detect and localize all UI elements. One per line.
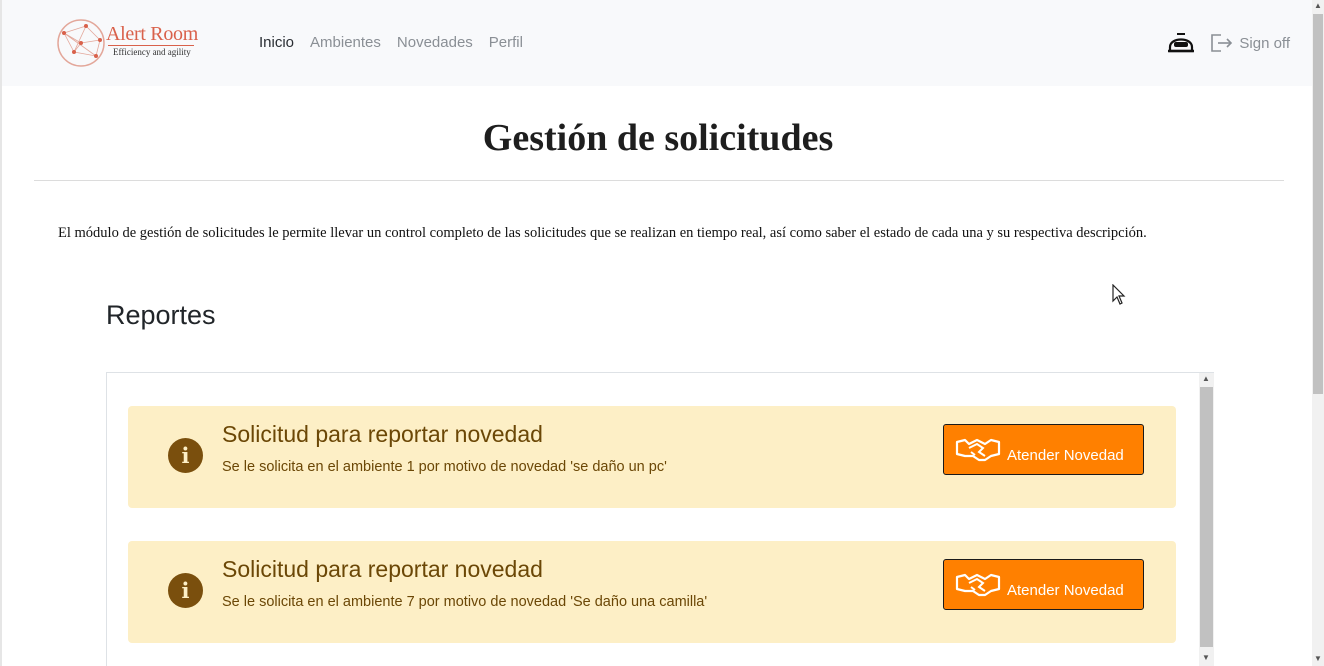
brand-name: Alert Room xyxy=(106,23,198,45)
page-scroll-up-icon[interactable]: ▲ xyxy=(1314,1,1322,10)
scroll-up-arrow-icon[interactable]: ▲ xyxy=(1202,374,1210,383)
brand-tagline: Efficiency and agility xyxy=(113,47,191,57)
nav-item-perfil[interactable]: Perfil xyxy=(489,34,523,51)
page-scrollbar[interactable]: ▲ ▼ xyxy=(1312,0,1324,666)
brand-underline xyxy=(108,45,194,46)
nav-item-novedades[interactable]: Novedades xyxy=(397,34,473,51)
info-icon: i xyxy=(168,573,203,608)
mouse-cursor-icon xyxy=(1112,284,1126,305)
report-text: Se le solicita en el ambiente 7 por moti… xyxy=(222,594,708,610)
handshake-icon xyxy=(955,438,1001,461)
page-scroll-down-icon[interactable]: ▼ xyxy=(1314,654,1322,663)
info-icon: i xyxy=(168,438,203,473)
attend-button[interactable]: Atender Novedad xyxy=(943,559,1144,610)
sign-out-icon xyxy=(1211,34,1233,52)
helmet-icon[interactable] xyxy=(1167,30,1195,56)
header-divider xyxy=(34,180,1284,181)
scroll-down-arrow-icon[interactable]: ▼ xyxy=(1202,653,1210,662)
page-title: Gestión de solicitudes xyxy=(482,117,834,159)
nav-item-inicio[interactable]: Inicio xyxy=(259,34,294,51)
nav-item-ambientes[interactable]: Ambientes xyxy=(310,34,381,51)
page: Alert Room Efficiency and agility Inicio… xyxy=(0,0,1312,666)
reports-title: Reportes xyxy=(106,300,216,330)
page-scroll-thumb[interactable] xyxy=(1313,14,1323,394)
report-title: Solicitud para reportar novedad xyxy=(222,421,543,447)
signoff-button[interactable]: Sign off xyxy=(1209,32,1290,54)
nav-right: Sign off xyxy=(1167,30,1290,56)
main-nav: Inicio Ambientes Novedades Perfil xyxy=(259,34,523,51)
signoff-label: Sign off xyxy=(1239,34,1290,52)
navbar: Alert Room Efficiency and agility Inicio… xyxy=(2,0,1312,86)
page-description: El módulo de gestión de solicitudes le p… xyxy=(58,225,1147,241)
reports-scrollbar[interactable]: ▲ ▼ xyxy=(1199,373,1214,666)
report-title: Solicitud para reportar novedad xyxy=(222,556,543,582)
report-card: i Solicitud para reportar novedad Se le … xyxy=(128,406,1176,508)
handshake-icon xyxy=(955,573,1001,596)
attend-button[interactable]: Atender Novedad xyxy=(943,424,1144,475)
attend-button-label: Atender Novedad xyxy=(1007,447,1124,464)
globe-network-icon xyxy=(57,19,105,67)
reports-list: i Solicitud para reportar novedad Se le … xyxy=(106,372,1214,666)
brand-logo[interactable]: Alert Room Efficiency and agility xyxy=(56,16,198,70)
report-card: i Solicitud para reportar novedad Se le … xyxy=(128,541,1176,643)
report-text: Se le solicita en el ambiente 1 por moti… xyxy=(222,459,667,475)
attend-button-label: Atender Novedad xyxy=(1007,582,1124,599)
reports-scroll-thumb[interactable] xyxy=(1200,387,1213,647)
